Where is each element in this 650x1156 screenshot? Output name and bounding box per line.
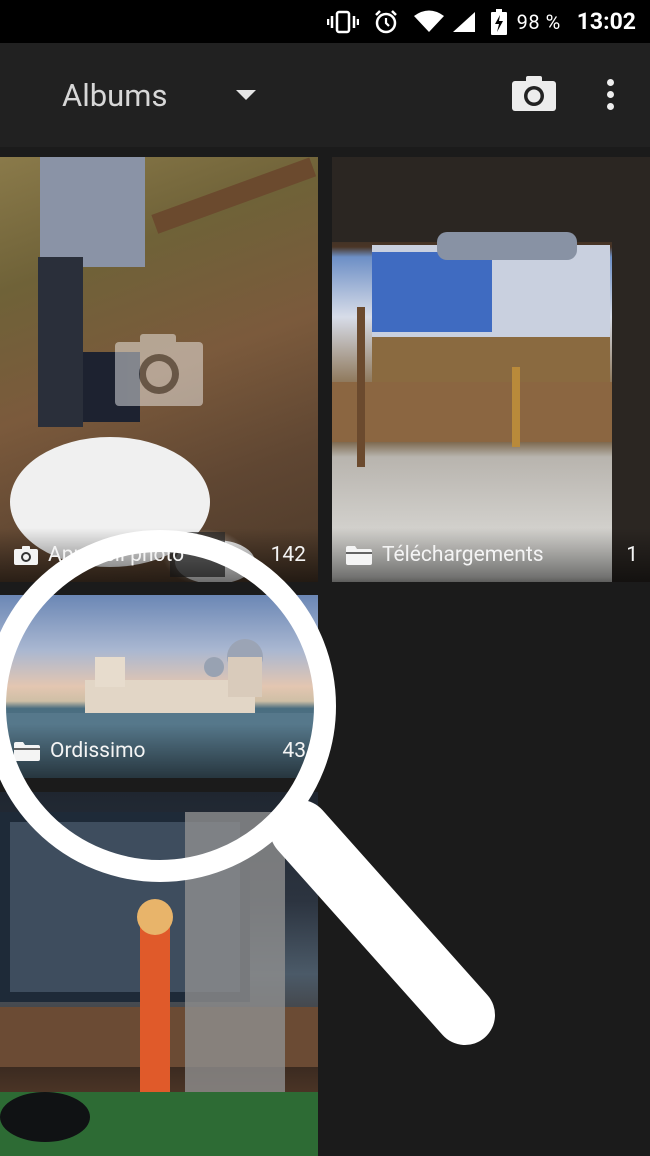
album-tile-telechargements[interactable]: Téléchargements 1 [332,157,650,582]
camera-icon [14,545,38,565]
cell-signal-icon [451,10,477,34]
status-bar: 98 % 13:02 [0,0,650,43]
camera-icon [512,76,556,111]
battery-charging-icon [490,8,507,35]
chevron-down-icon[interactable] [236,90,256,100]
app-bar: Albums [0,43,650,147]
album-label: Appareil photo 142 [0,528,318,582]
alarm-icon [373,9,399,35]
album-tile-ordissimo[interactable]: Ordissimo 43 [0,595,318,778]
album-selector-title[interactable]: Albums [62,77,167,114]
folder-icon [14,741,40,761]
battery-percent: 98 % [516,9,561,34]
album-count: 1 [626,543,638,567]
vibrate-icon [326,10,359,34]
clock: 13:02 [576,8,636,35]
album-label: Téléchargements 1 [332,528,650,582]
album-tile-appareil-photo[interactable]: Appareil photo 142 [0,157,318,582]
album-count: 142 [270,543,306,567]
album-name: Appareil photo [48,543,185,567]
album-cover-image [0,812,318,1156]
album-tile-4[interactable] [0,792,318,1156]
camera-button[interactable] [512,75,556,111]
album-cover-image [10,157,317,582]
album-label: Ordissimo 43 [0,724,318,778]
album-name: Téléchargements [382,543,544,567]
album-name: Ordissimo [50,739,146,763]
more-vert-icon [600,79,620,110]
album-count: 43 [282,739,306,763]
more-options-button[interactable] [600,79,620,115]
folder-icon [346,545,372,565]
album-cover-image [332,157,650,582]
wifi-icon [413,10,445,34]
